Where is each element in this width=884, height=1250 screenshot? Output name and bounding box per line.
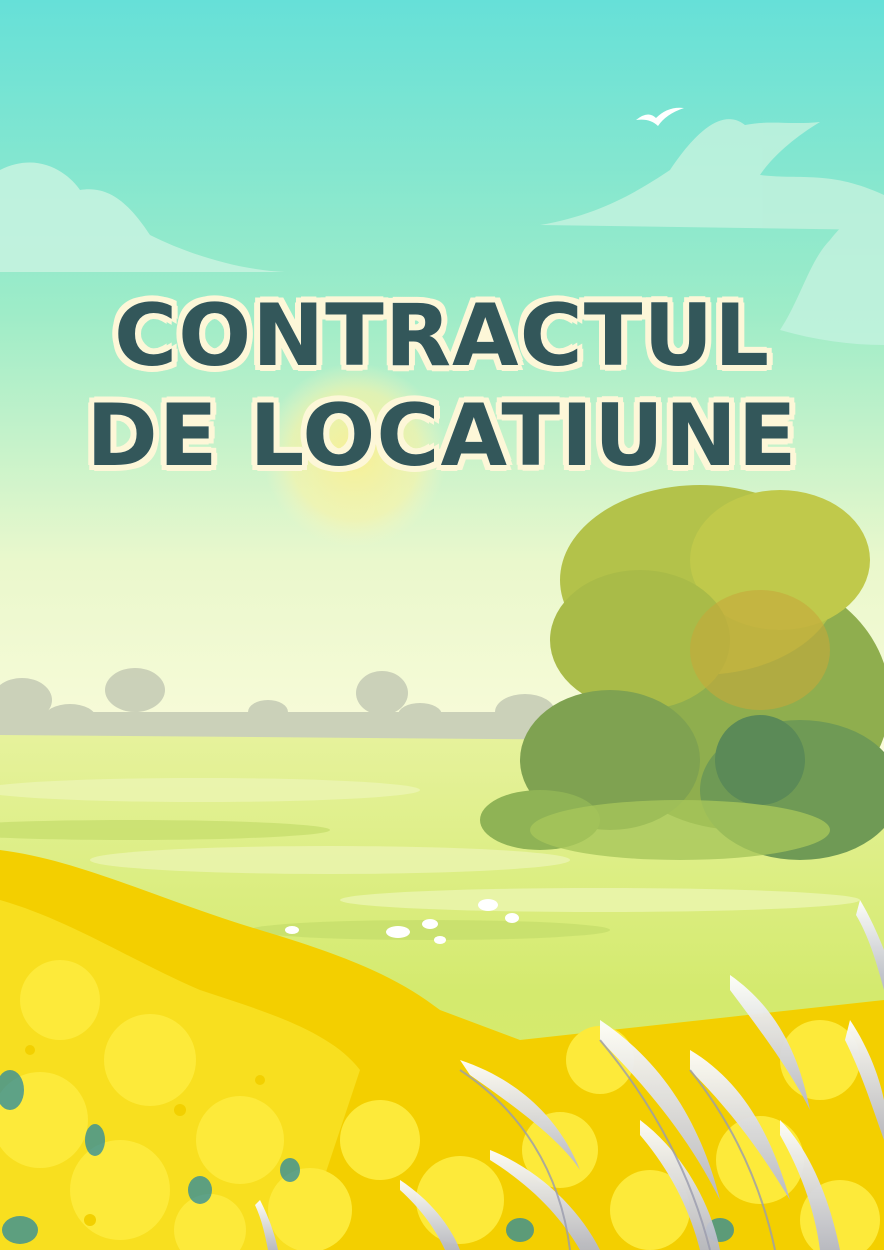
- cover-page: CONTRACTUL DE LOCATIUNE: [0, 0, 884, 1250]
- title-block: CONTRACTUL DE LOCATIUNE: [0, 286, 884, 486]
- title-line-1: CONTRACTUL: [113, 286, 771, 386]
- title-line-2: DE LOCATIUNE: [86, 386, 798, 486]
- meadow-landscape-illustration: [0, 0, 884, 1250]
